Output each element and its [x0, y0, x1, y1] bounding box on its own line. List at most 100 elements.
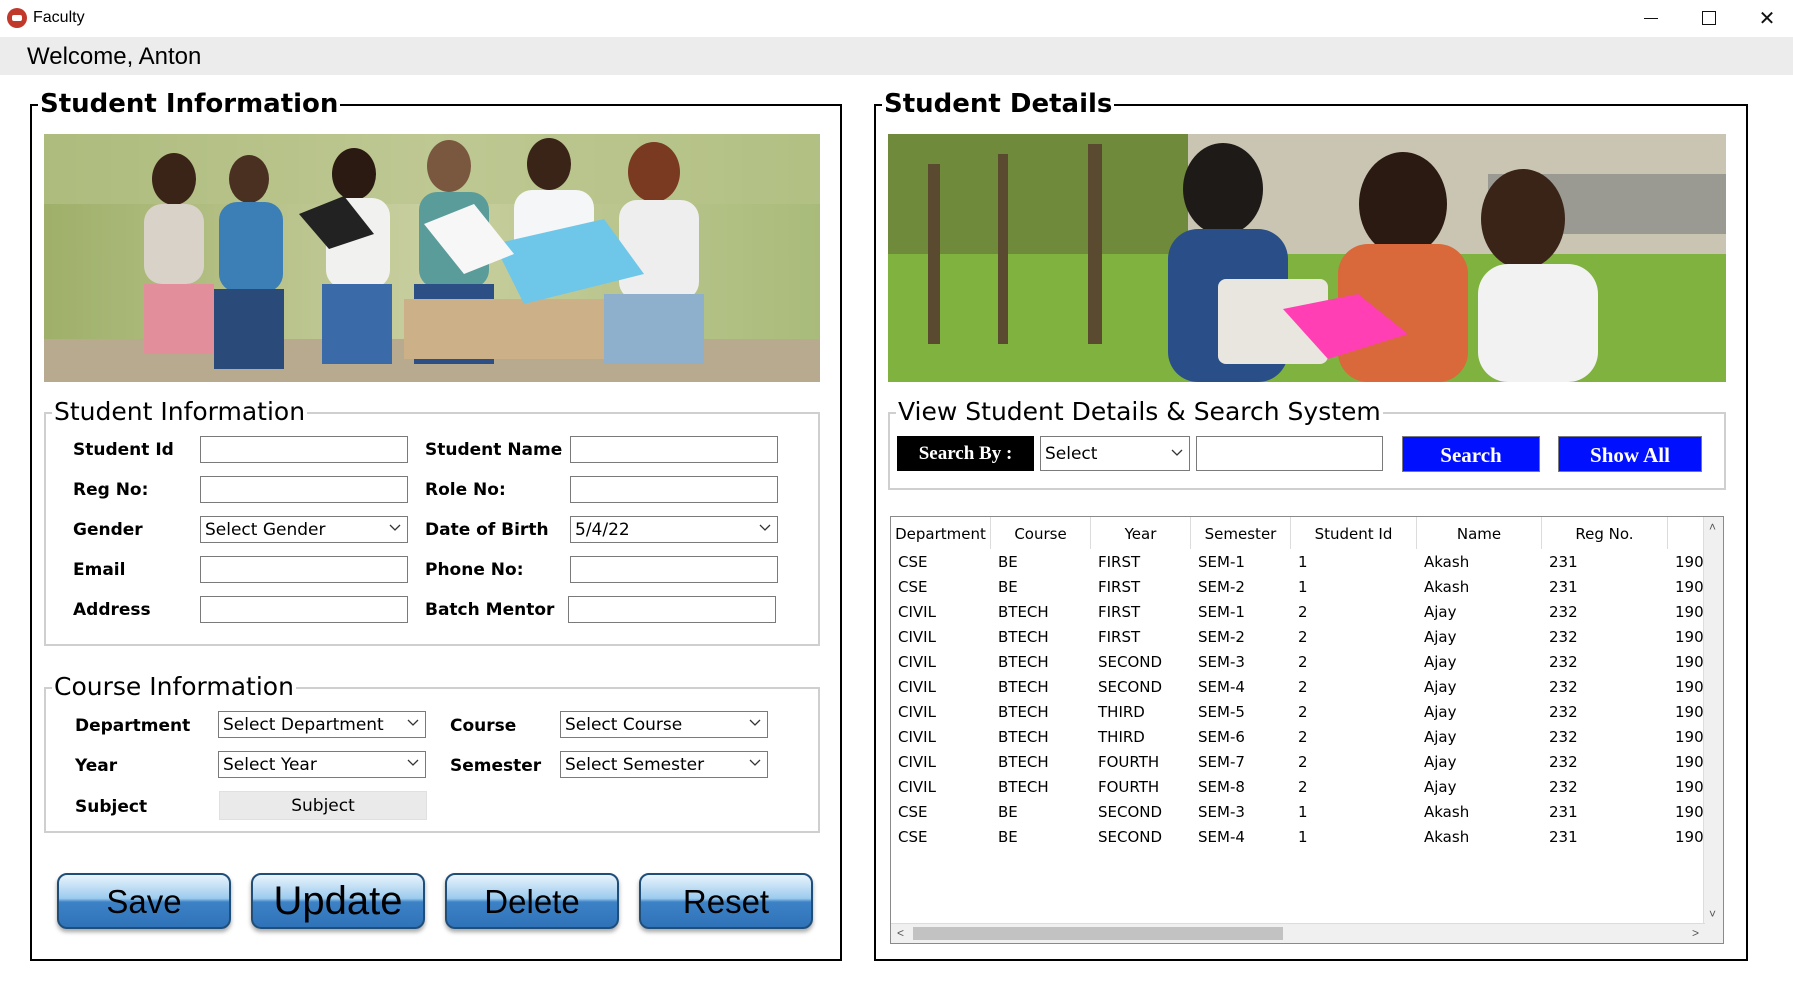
scroll-left-icon[interactable]: <: [897, 926, 904, 940]
table-cell: SEM-3: [1198, 653, 1245, 671]
welcome-text: Welcome, Anton: [27, 43, 202, 70]
scroll-down-icon[interactable]: ˅: [1709, 907, 1716, 921]
minimize-icon[interactable]: [1622, 0, 1680, 36]
panel-title: Student Information: [38, 89, 341, 119]
table-cell: SECOND: [1098, 828, 1163, 846]
chevron-down-icon: [749, 756, 761, 768]
table-cell: 231: [1549, 828, 1578, 846]
subject-button[interactable]: Subject: [219, 791, 427, 820]
table-row[interactable]: CIVIL BTECH FIRST SEM-1 2 Ajay 232 1900: [891, 599, 1708, 624]
reset-button[interactable]: Reset: [639, 873, 813, 929]
table-row[interactable]: CIVIL BTECH FOURTH SEM-8 2 Ajay 232 1900: [891, 774, 1708, 799]
search-button[interactable]: Search: [1402, 436, 1540, 472]
course-label: Course: [450, 716, 517, 736]
table-cell: FIRST: [1098, 578, 1141, 596]
students-group-photo: [44, 134, 820, 382]
table-cell: Ajay: [1424, 728, 1457, 746]
gender-select[interactable]: Select Gender: [200, 516, 408, 543]
table-row[interactable]: CIVIL BTECH FOURTH SEM-7 2 Ajay 232 1900: [891, 749, 1708, 774]
table-cell: 1: [1298, 578, 1308, 596]
table-row[interactable]: CSE BE SECOND SEM-3 1 Akash 231 1900: [891, 799, 1708, 824]
table-row[interactable]: CIVIL BTECH SECOND SEM-3 2 Ajay 232 1900: [891, 649, 1708, 674]
table-cell: 2: [1298, 778, 1308, 796]
course-select[interactable]: Select Course: [560, 711, 768, 738]
table-cell: 232: [1549, 678, 1578, 696]
semester-select[interactable]: Select Semester: [560, 751, 768, 778]
update-button[interactable]: Update: [251, 873, 425, 929]
student-name-input[interactable]: [570, 436, 778, 463]
table-row[interactable]: CIVIL BTECH FIRST SEM-2 2 Ajay 232 1900: [891, 624, 1708, 649]
column-header[interactable]: [1668, 517, 1708, 549]
table-cell: SECOND: [1098, 653, 1163, 671]
delete-button[interactable]: Delete: [445, 873, 619, 929]
table-cell: 232: [1549, 603, 1578, 621]
table-cell: FOURTH: [1098, 753, 1160, 771]
table-cell: Akash: [1424, 803, 1470, 821]
table-cell: FOURTH: [1098, 778, 1160, 796]
role-no-input[interactable]: [570, 476, 778, 503]
address-label: Address: [73, 600, 151, 620]
column-header[interactable]: Name: [1417, 517, 1542, 549]
table-row[interactable]: CSE BE FIRST SEM-2 1 Akash 231 1900: [891, 574, 1708, 599]
table-cell: 2: [1298, 753, 1308, 771]
table-cell: 231: [1549, 578, 1578, 596]
table-cell: 1900: [1675, 678, 1708, 696]
table-cell: CIVIL: [898, 603, 936, 621]
scroll-right-icon[interactable]: >: [1692, 926, 1699, 940]
search-input[interactable]: [1196, 436, 1383, 471]
column-header[interactable]: Course: [991, 517, 1091, 549]
table-cell: SECOND: [1098, 678, 1163, 696]
department-select[interactable]: Select Department: [218, 711, 426, 738]
column-header[interactable]: Reg No.: [1542, 517, 1668, 549]
students-outdoor-photo: [888, 134, 1726, 382]
address-input[interactable]: [200, 596, 408, 623]
horizontal-scrollbar[interactable]: < >: [891, 923, 1705, 943]
vertical-scrollbar[interactable]: ˄ ˅: [1703, 517, 1723, 943]
table-cell: 232: [1549, 778, 1578, 796]
dob-picker[interactable]: 5/4/22: [570, 516, 778, 543]
scroll-up-icon[interactable]: ˄: [1709, 520, 1716, 534]
table-cell: 1: [1298, 828, 1308, 846]
chevron-down-icon: [759, 521, 771, 533]
column-header[interactable]: Department: [891, 517, 991, 549]
table-cell: SEM-4: [1198, 828, 1245, 846]
table-row[interactable]: CIVIL BTECH THIRD SEM-5 2 Ajay 232 1900: [891, 699, 1708, 724]
table-cell: 232: [1549, 728, 1578, 746]
search-by-label: Search By :: [897, 436, 1034, 471]
column-header[interactable]: Year: [1091, 517, 1191, 549]
table-cell: THIRD: [1098, 703, 1145, 721]
table-cell: CIVIL: [898, 628, 936, 646]
reg-no-input[interactable]: [200, 476, 408, 503]
course-info-legend: Course Information: [52, 672, 296, 701]
year-label: Year: [75, 756, 118, 776]
horizontal-scroll-thumb[interactable]: [913, 927, 1283, 940]
role-no-label: Role No:: [425, 480, 506, 500]
student-id-input[interactable]: [200, 436, 408, 463]
year-select[interactable]: Select Year: [218, 751, 426, 778]
table-cell: BE: [998, 553, 1018, 571]
table-row[interactable]: CIVIL BTECH THIRD SEM-6 2 Ajay 232 1900: [891, 724, 1708, 749]
course-select-value: Select Course: [565, 715, 683, 735]
show-all-button[interactable]: Show All: [1558, 436, 1702, 472]
title-bar: Faculty ✕: [0, 0, 1793, 36]
column-header[interactable]: Student Id: [1291, 517, 1417, 549]
phone-input[interactable]: [570, 556, 778, 583]
email-input[interactable]: [200, 556, 408, 583]
table-row[interactable]: CSE BE FIRST SEM-1 1 Akash 231 1900: [891, 549, 1708, 574]
search-field-select[interactable]: Select: [1040, 436, 1190, 471]
table-row[interactable]: CSE BE SECOND SEM-4 1 Akash 231 1900: [891, 824, 1708, 849]
save-button[interactable]: Save: [57, 873, 231, 929]
column-header[interactable]: Semester: [1191, 517, 1291, 549]
welcome-bar: Welcome, Anton: [0, 37, 1793, 75]
table-body: CSE BE FIRST SEM-1 1 Akash 231 1900 CSE BE FIRST SE…: [891, 549, 1708, 849]
table-cell: 231: [1549, 803, 1578, 821]
table-cell: SEM-1: [1198, 603, 1245, 621]
table-row[interactable]: CIVIL BTECH SECOND SEM-4 2 Ajay 232 1900: [891, 674, 1708, 699]
table-cell: CIVIL: [898, 678, 936, 696]
batch-mentor-input[interactable]: [568, 596, 776, 623]
student-details-table[interactable]: Department Course Year Semester Student Id Na…: [890, 516, 1724, 944]
close-icon[interactable]: ✕: [1738, 0, 1793, 36]
student-name-label: Student Name: [425, 440, 563, 460]
table-cell: 232: [1549, 703, 1578, 721]
maximize-icon[interactable]: [1680, 0, 1738, 36]
